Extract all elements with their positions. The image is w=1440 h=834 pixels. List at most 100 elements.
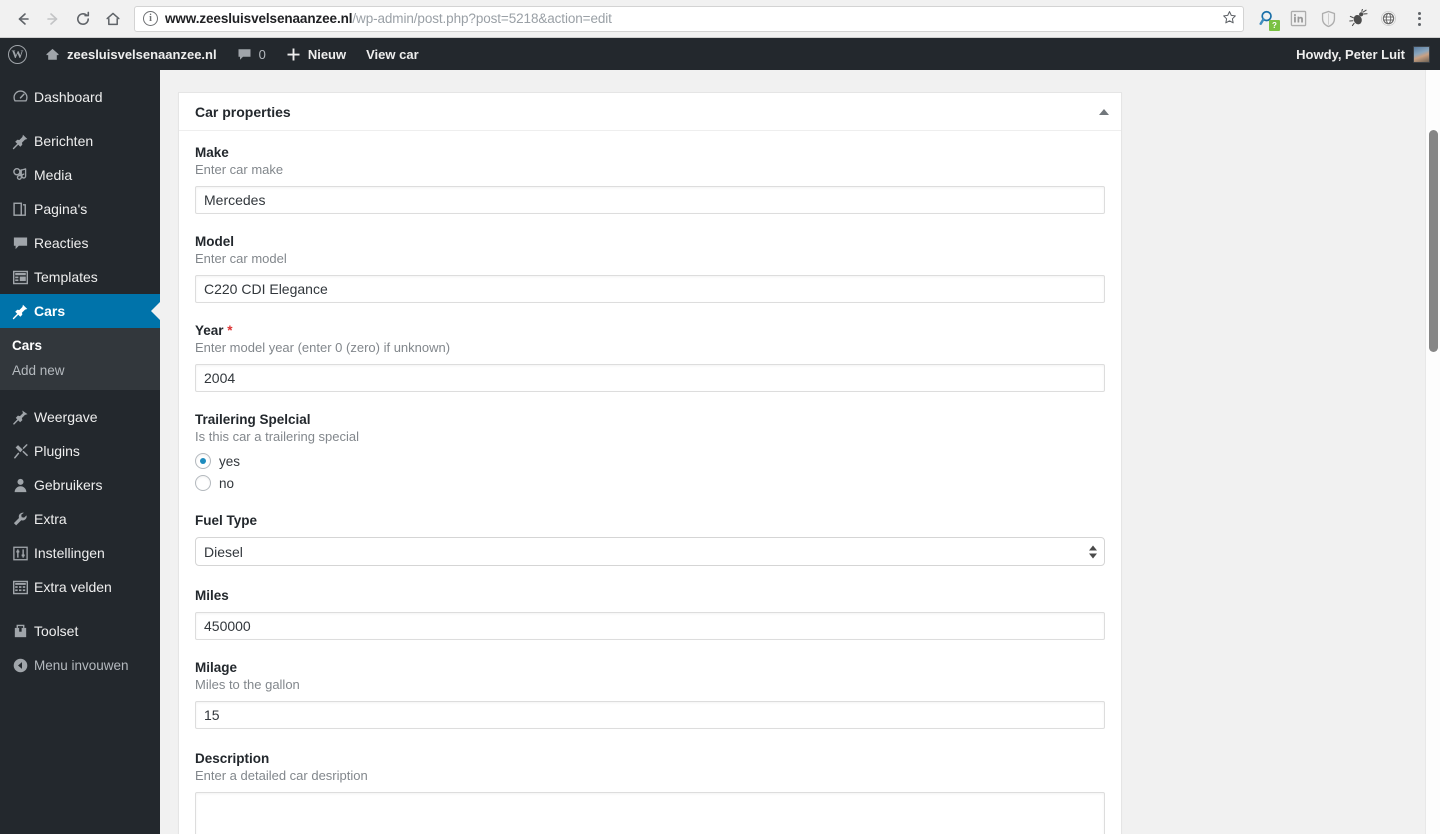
- sidebar-subitem-add-new[interactable]: Add new: [0, 358, 160, 383]
- sidebar-item-label: Plugins: [34, 443, 80, 459]
- pages-icon: [12, 201, 34, 218]
- address-bar[interactable]: i www.zeesluisvelsenaanzee.nl/wp-admin/p…: [134, 5, 1244, 32]
- year-input[interactable]: [195, 364, 1105, 392]
- field-label: Description: [195, 751, 270, 766]
- appearance-icon: [12, 409, 34, 426]
- shield-extension-icon[interactable]: [1314, 5, 1342, 33]
- wp-logo-mark: W: [8, 44, 27, 64]
- sidebar-subitem-cars[interactable]: Cars: [0, 333, 160, 358]
- select-stepper-icon[interactable]: [1089, 545, 1097, 558]
- sidebar-item-dashboard[interactable]: Dashboard: [0, 80, 160, 114]
- home-button[interactable]: [98, 4, 128, 34]
- url-host: www.zeesluisvelsenaanzee.nl: [165, 11, 353, 26]
- milage-input[interactable]: [195, 701, 1105, 729]
- site-name-label: zeesluisvelsenaanzee.nl: [67, 46, 217, 62]
- sidebar-item-label: Media: [34, 167, 73, 183]
- globe-extension-icon[interactable]: [1374, 5, 1402, 33]
- required-asterisk: *: [227, 323, 233, 338]
- sidebar-item-plugins[interactable]: Plugins: [0, 434, 160, 468]
- back-button[interactable]: [8, 4, 38, 34]
- radio-option-yes[interactable]: yes: [195, 453, 1105, 469]
- wrench-icon: [12, 511, 34, 528]
- grid-icon: [12, 269, 34, 286]
- car-properties-metabox: Car properties Make Enter car make Model…: [178, 92, 1122, 834]
- browser-toolbar: i www.zeesluisvelsenaanzee.nl/wp-admin/p…: [0, 0, 1440, 38]
- sidebar-item-reacties[interactable]: Reacties: [0, 226, 160, 260]
- view-car-label: View car: [366, 46, 419, 62]
- comment-icon: [12, 235, 34, 252]
- bug-extension-icon[interactable]: [1344, 5, 1372, 33]
- fuel-type-value[interactable]: Diesel: [195, 537, 1105, 566]
- reload-button[interactable]: [68, 4, 98, 34]
- sidebar-item-label: Reacties: [34, 235, 89, 251]
- sidebar-item-paginas[interactable]: Pagina's: [0, 192, 160, 226]
- wordpress-logo-icon[interactable]: W: [0, 38, 35, 70]
- menu-spacer-top: [0, 70, 160, 80]
- page-title: Car properties: [195, 103, 291, 120]
- field-label: Milage: [195, 660, 238, 675]
- dashboard-icon: [12, 89, 34, 106]
- sidebar-item-media[interactable]: Media: [0, 158, 160, 192]
- linkedin-extension-icon[interactable]: [1284, 5, 1312, 33]
- field-description: Enter car model: [195, 251, 287, 266]
- three-dot-menu-icon[interactable]: [1406, 5, 1432, 33]
- field-label: Make: [195, 145, 229, 160]
- description-textarea[interactable]: [195, 792, 1105, 834]
- fuel-type-select[interactable]: Diesel: [195, 537, 1105, 566]
- extension-badge: ?: [1269, 19, 1280, 31]
- sidebar-item-label: Templates: [34, 269, 98, 285]
- sidebar-item-label: Gebruikers: [34, 477, 103, 493]
- field-model: Model Enter car model: [195, 234, 1105, 303]
- new-content-link[interactable]: Nieuw: [276, 38, 356, 70]
- field-description: Is this car a trailering special: [195, 429, 360, 444]
- sidebar-item-weergave[interactable]: Weergave: [0, 400, 160, 434]
- view-car-link[interactable]: View car: [356, 38, 429, 70]
- radio-option-no[interactable]: no: [195, 475, 1105, 491]
- magnifier-extension-icon[interactable]: ?: [1254, 5, 1282, 33]
- make-input[interactable]: [195, 186, 1105, 214]
- miles-input[interactable]: [195, 612, 1105, 640]
- wp-admin-bar: W zeesluisvelsenaanzee.nl 0 Nieuw View c…: [0, 38, 1440, 70]
- field-year: Year * Enter model year (enter 0 (zero) …: [195, 323, 1105, 392]
- star-icon[interactable]: [1214, 10, 1237, 28]
- info-circle-icon[interactable]: i: [143, 11, 158, 26]
- metabox-header[interactable]: Car properties: [179, 93, 1121, 131]
- radio-label: yes: [219, 453, 241, 469]
- sidebar-item-templates[interactable]: Templates: [0, 260, 160, 294]
- plus-icon: [287, 48, 300, 60]
- comments-link[interactable]: 0: [227, 38, 276, 70]
- media-icon: [12, 167, 34, 184]
- comment-icon: [238, 48, 251, 60]
- user-icon: [12, 477, 34, 494]
- radio-button[interactable]: [195, 453, 211, 469]
- sidebar-item-instellingen[interactable]: Instellingen: [0, 536, 160, 570]
- sidebar-subitem-label: Add new: [12, 363, 65, 378]
- scrollbar-thumb[interactable]: [1429, 130, 1438, 352]
- sidebar-collapse-menu[interactable]: Menu invouwen: [0, 648, 160, 682]
- forward-button[interactable]: [38, 4, 68, 34]
- comments-count: 0: [258, 46, 266, 62]
- sidebar-item-extra[interactable]: Extra: [0, 502, 160, 536]
- url-path: /wp-admin/post.php?post=5218&action=edit: [352, 11, 612, 26]
- model-input[interactable]: [195, 275, 1105, 303]
- page-scrollbar[interactable]: [1425, 70, 1440, 834]
- admin-bar-account[interactable]: Howdy, Peter Luit: [1296, 45, 1440, 63]
- chevron-up-icon[interactable]: [1099, 108, 1109, 115]
- field-milage: Milage Miles to the gallon: [195, 660, 1105, 729]
- sliders-icon: [12, 545, 34, 562]
- url-text: www.zeesluisvelsenaanzee.nl/wp-admin/pos…: [165, 11, 612, 26]
- sidebar-item-label: Extra velden: [34, 579, 112, 595]
- radio-button[interactable]: [195, 475, 211, 491]
- site-name-link[interactable]: zeesluisvelsenaanzee.nl: [35, 38, 227, 70]
- sidebar-item-berichten[interactable]: Berichten: [0, 124, 160, 158]
- sidebar-item-gebruikers[interactable]: Gebruikers: [0, 468, 160, 502]
- field-description: Enter model year (enter 0 (zero) if unkn…: [195, 340, 451, 355]
- field-label: Fuel Type: [195, 513, 258, 528]
- field-description: Miles to the gallon: [195, 677, 300, 692]
- sidebar-item-toolset[interactable]: Toolset: [0, 614, 160, 648]
- sidebar-item-cars[interactable]: Cars: [0, 294, 160, 328]
- cars-submenu: Cars Add new: [0, 328, 160, 390]
- sidebar-item-label: Toolset: [34, 623, 79, 639]
- sidebar-item-extra-velden[interactable]: Extra velden: [0, 570, 160, 604]
- field-description: Enter a detailed car desription: [195, 768, 368, 783]
